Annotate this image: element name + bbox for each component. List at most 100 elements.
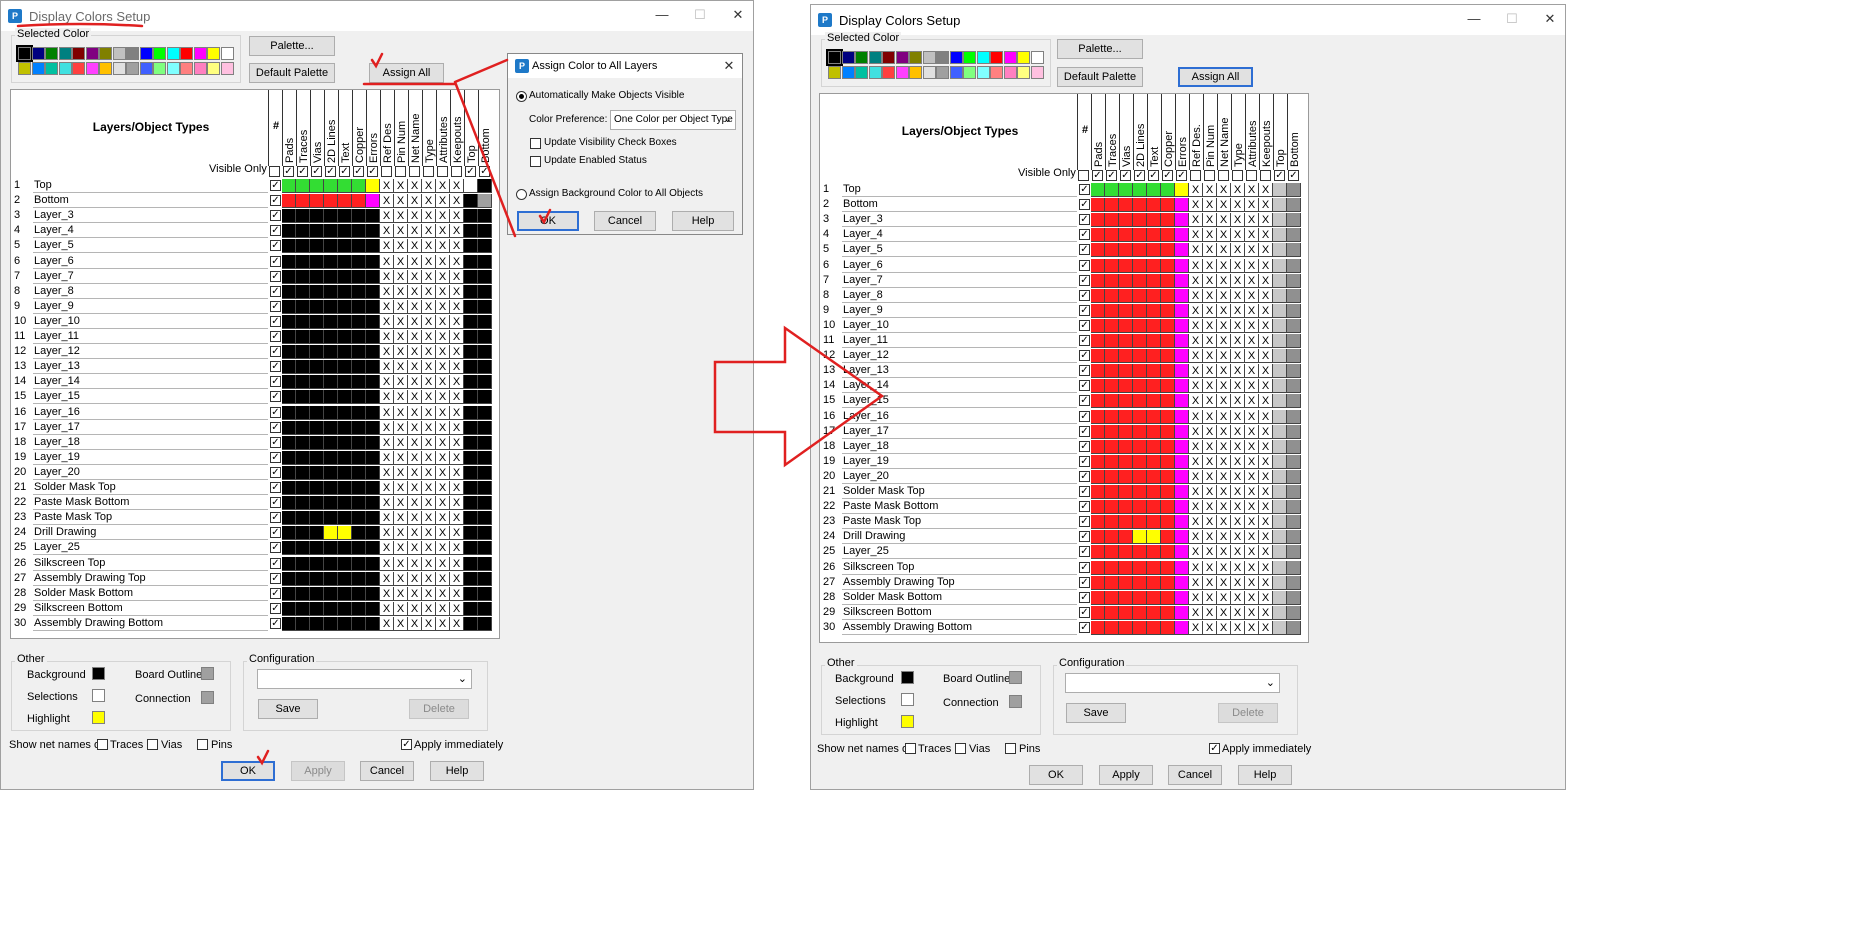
color-cell[interactable] bbox=[1175, 545, 1189, 560]
visible-only-checkbox[interactable]: ✓ bbox=[367, 166, 378, 177]
color-cell[interactable]: X bbox=[450, 194, 464, 209]
color-cell[interactable] bbox=[1133, 379, 1147, 394]
color-cell[interactable]: X bbox=[422, 601, 436, 616]
table-row[interactable]: 14 Layer_14 ✓ X X X X X X bbox=[11, 374, 499, 390]
color-cell[interactable] bbox=[296, 345, 310, 360]
color-cell[interactable] bbox=[338, 420, 352, 435]
color-cell[interactable]: X bbox=[1231, 394, 1245, 409]
color-cell[interactable] bbox=[1119, 605, 1133, 620]
color-cell[interactable] bbox=[352, 179, 366, 193]
color-cell[interactable] bbox=[1287, 560, 1301, 575]
color-cell[interactable] bbox=[296, 420, 310, 435]
color-cell[interactable]: X bbox=[422, 496, 436, 511]
color-cell[interactable]: X bbox=[408, 601, 422, 616]
ok-button[interactable]: OK bbox=[221, 761, 275, 781]
color-cell[interactable] bbox=[310, 556, 324, 571]
color-cell[interactable]: X bbox=[394, 254, 408, 269]
color-cell[interactable] bbox=[366, 239, 380, 254]
color-cell[interactable]: X bbox=[436, 450, 450, 465]
palette-swatch[interactable] bbox=[1017, 51, 1030, 64]
color-cell[interactable] bbox=[1091, 485, 1105, 499]
color-cell[interactable] bbox=[1105, 409, 1119, 424]
color-cell[interactable] bbox=[1105, 620, 1119, 635]
color-cell[interactable] bbox=[352, 420, 366, 435]
color-cell[interactable] bbox=[352, 616, 366, 631]
pins-checkbox[interactable] bbox=[197, 739, 208, 750]
color-cell[interactable] bbox=[1175, 318, 1189, 333]
color-cell[interactable] bbox=[1287, 183, 1301, 197]
color-cell[interactable]: X bbox=[436, 284, 450, 299]
color-cell[interactable] bbox=[1161, 379, 1175, 394]
color-cell[interactable] bbox=[1273, 334, 1287, 348]
color-cell[interactable] bbox=[464, 586, 478, 601]
table-row[interactable]: 28 Solder Mask Bottom ✓ X X X X X X bbox=[820, 590, 1308, 605]
connection-swatch[interactable] bbox=[1009, 695, 1022, 708]
color-cell[interactable]: X bbox=[1203, 620, 1217, 635]
color-cell[interactable] bbox=[1105, 515, 1119, 530]
color-cell[interactable] bbox=[1105, 318, 1119, 333]
color-cell[interactable]: X bbox=[1245, 530, 1259, 545]
column-header[interactable]: Attributes bbox=[436, 90, 450, 166]
column-header[interactable]: Pads bbox=[1091, 94, 1105, 170]
color-cell[interactable] bbox=[1287, 439, 1301, 454]
color-cell[interactable]: X bbox=[408, 254, 422, 269]
color-cell[interactable]: X bbox=[422, 179, 436, 193]
color-cell[interactable]: X bbox=[394, 269, 408, 284]
color-cell[interactable] bbox=[1091, 620, 1105, 635]
color-cell[interactable] bbox=[1287, 213, 1301, 228]
row-visible-checkbox[interactable]: ✓ bbox=[1079, 591, 1090, 603]
color-cell[interactable] bbox=[1161, 288, 1175, 303]
color-cell[interactable]: X bbox=[436, 194, 450, 209]
color-cell[interactable] bbox=[1091, 303, 1105, 318]
color-cell[interactable] bbox=[366, 284, 380, 299]
color-cell[interactable]: X bbox=[408, 465, 422, 480]
color-cell[interactable]: X bbox=[1189, 213, 1203, 228]
color-cell[interactable] bbox=[310, 209, 324, 224]
color-cell[interactable] bbox=[1287, 620, 1301, 635]
color-cell[interactable]: X bbox=[1189, 620, 1203, 635]
color-cell[interactable] bbox=[352, 435, 366, 450]
color-cell[interactable] bbox=[1105, 349, 1119, 364]
color-cell[interactable] bbox=[338, 209, 352, 224]
color-cell[interactable]: X bbox=[1189, 590, 1203, 605]
color-cell[interactable] bbox=[366, 586, 380, 601]
color-cell[interactable] bbox=[1287, 530, 1301, 545]
column-header[interactable]: 2D Lines bbox=[324, 90, 338, 166]
row-visible-checkbox[interactable]: ✓ bbox=[1079, 350, 1090, 362]
color-cell[interactable] bbox=[1273, 500, 1287, 515]
apply-immediately-checkbox[interactable]: ✓ bbox=[1209, 743, 1220, 754]
color-cell[interactable] bbox=[464, 435, 478, 450]
background-swatch[interactable] bbox=[92, 667, 105, 680]
color-cell[interactable] bbox=[1175, 303, 1189, 318]
color-cell[interactable]: X bbox=[380, 360, 394, 375]
color-cell[interactable] bbox=[296, 616, 310, 631]
color-cell[interactable] bbox=[310, 481, 324, 495]
table-row[interactable]: 30 Assembly Drawing Bottom ✓ X X X X X X bbox=[820, 620, 1308, 635]
color-cell[interactable]: X bbox=[1231, 213, 1245, 228]
color-cell[interactable] bbox=[324, 224, 338, 239]
color-cell[interactable] bbox=[324, 179, 338, 193]
color-cell[interactable]: X bbox=[450, 254, 464, 269]
color-cell[interactable] bbox=[1105, 530, 1119, 545]
color-cell[interactable] bbox=[1119, 303, 1133, 318]
color-cell[interactable]: X bbox=[1189, 394, 1203, 409]
table-row[interactable]: 2 Bottom ✓ X X X X X X bbox=[11, 193, 499, 209]
color-cell[interactable] bbox=[1161, 198, 1175, 213]
palette-swatch[interactable] bbox=[72, 47, 85, 60]
palette-swatch[interactable] bbox=[31, 62, 45, 75]
color-cell[interactable] bbox=[366, 481, 380, 495]
row-visible-checkbox[interactable]: ✓ bbox=[1079, 229, 1090, 241]
color-cell[interactable] bbox=[324, 375, 338, 390]
color-cell[interactable] bbox=[1147, 439, 1161, 454]
color-cell[interactable] bbox=[324, 420, 338, 435]
color-cell[interactable] bbox=[1105, 183, 1119, 197]
color-cell[interactable] bbox=[352, 556, 366, 571]
visible-only-checkbox[interactable] bbox=[1218, 170, 1229, 181]
color-cell[interactable] bbox=[1119, 288, 1133, 303]
maximize-icon[interactable]: ☐ bbox=[689, 5, 711, 25]
assign-all-button[interactable]: Assign All bbox=[369, 63, 444, 83]
color-cell[interactable] bbox=[310, 541, 324, 556]
color-cell[interactable] bbox=[464, 330, 478, 344]
color-cell[interactable]: X bbox=[450, 571, 464, 586]
color-cell[interactable]: X bbox=[1259, 349, 1273, 364]
